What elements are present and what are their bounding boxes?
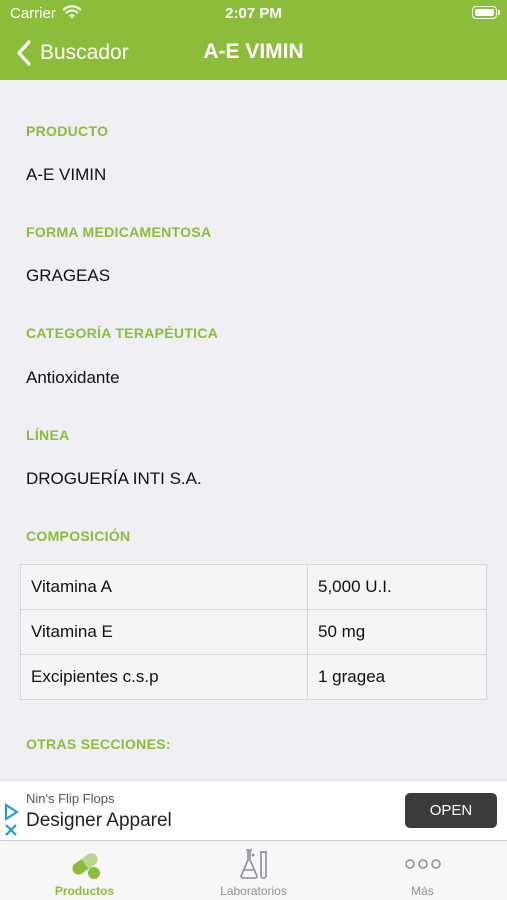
page-title: A-E VIMIN [203, 40, 304, 63]
producto-label: PRODUCTO [26, 123, 109, 139]
tab-mas[interactable]: Más [338, 841, 507, 900]
forma-label: FORMA MEDICAMENTOSA [26, 224, 212, 240]
ingredient-name: Excipientes c.s.p [20, 654, 308, 700]
status-bar: Carrier 2:07 PM [0, 0, 507, 28]
tab-mas-label: Más [411, 884, 434, 898]
ingredient-amount: 50 mg [307, 609, 487, 655]
categoria-value: Antioxidante [26, 368, 120, 387]
tab-productos-label: Productos [54, 884, 115, 898]
ad-headline: Designer Apparel [26, 810, 172, 831]
ingredient-amount: 1 gragea [307, 654, 487, 700]
ad-choices-icon[interactable] [3, 803, 21, 839]
more-dots-icon [404, 859, 441, 869]
product-detail: PRODUCTO A-E VIMIN FORMA MEDICAMENTOSA G… [0, 80, 507, 780]
ad-banner[interactable]: Nin's Flip Flops Designer Apparel OPEN [0, 780, 507, 840]
linea-value: DROGUERÍA INTI S.A. [26, 469, 202, 488]
ingredient-name: Vitamina E [20, 609, 308, 655]
linea-label: LÍNEA [26, 427, 70, 443]
tab-bar: Productos Laboratorios Más [0, 840, 507, 900]
producto-value: A-E VIMIN [26, 165, 107, 184]
table-row: Vitamina E 50 mg [20, 609, 487, 655]
tab-laboratorios-label: Laboratorios [220, 884, 287, 898]
status-time: 2:07 PM [225, 5, 282, 22]
composition-table: Vitamina A 5,000 U.I. Vitamina E 50 mg E… [20, 564, 487, 700]
table-row: Excipientes c.s.p 1 gragea [20, 654, 487, 700]
forma-value: GRAGEAS [26, 266, 111, 285]
table-row: Vitamina A 5,000 U.I. [20, 564, 487, 610]
ad-brand: Nin's Flip Flops [26, 791, 115, 806]
tab-productos[interactable]: Productos [0, 841, 169, 900]
ingredient-name: Vitamina A [20, 564, 308, 610]
battery-icon [472, 6, 500, 19]
tab-laboratorios[interactable]: Laboratorios [169, 841, 338, 900]
ingredient-amount: 5,000 U.I. [307, 564, 487, 610]
categoria-label: CATEGORÍA TERAPÉUTICA [26, 325, 219, 341]
otras-secciones-label: OTRAS SECCIONES: [26, 736, 171, 752]
composicion-label: COMPOSICIÓN [26, 528, 131, 544]
ad-open-button[interactable]: OPEN [405, 793, 497, 828]
lab-flask-icon [239, 849, 267, 879]
navigation-bar: Buscador A-E VIMIN [0, 28, 507, 80]
capsule-icon [71, 853, 100, 879]
